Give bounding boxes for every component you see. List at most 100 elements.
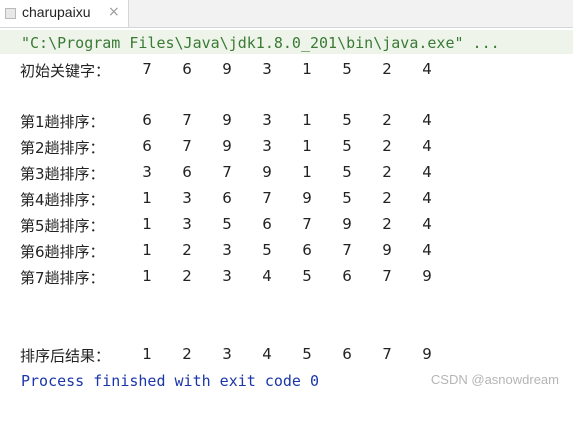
value-cell: 6 xyxy=(142,137,152,155)
value-cell: 7 xyxy=(382,267,392,285)
value-cell: 4 xyxy=(422,137,432,155)
value-cell: 7 xyxy=(342,241,352,259)
value-cell: 9 xyxy=(262,163,272,181)
value-cell: 4 xyxy=(422,163,432,181)
value-cell: 9 xyxy=(222,137,232,155)
pass-row-1: 第1趟排序： 6 7 9 3 1 5 2 4 xyxy=(0,111,573,131)
watermark: CSDN @asnowdream xyxy=(430,372,559,387)
value-cell: 2 xyxy=(382,60,392,78)
value-cell: 2 xyxy=(382,215,392,233)
row-label: 第1趟排序： xyxy=(20,113,105,131)
value-cell: 9 xyxy=(422,267,432,285)
value-cell: 6 xyxy=(302,241,312,259)
value-cell: 1 xyxy=(142,345,152,363)
value-cell: 4 xyxy=(422,241,432,259)
value-cell: 2 xyxy=(382,111,392,129)
value-cell: 9 xyxy=(422,345,432,363)
tab-label: charupaixu xyxy=(22,4,91,20)
run-console: "C:\Program Files\Java\jdk1.8.0_201\bin\… xyxy=(0,28,573,425)
value-cell: 5 xyxy=(302,267,312,285)
value-cell: 6 xyxy=(262,215,272,233)
row-label: 初始关键字： xyxy=(20,62,111,80)
value-cell: 3 xyxy=(142,163,152,181)
value-cell: 3 xyxy=(222,267,232,285)
exit-message: Process finished with exit code 0 xyxy=(21,372,320,390)
java-file-icon xyxy=(5,8,16,19)
initial-keys-row: 初始关键字： 7 6 9 3 1 5 2 4 xyxy=(0,60,573,80)
value-cell: 4 xyxy=(422,60,432,78)
value-cell: 7 xyxy=(262,189,272,207)
value-cell: 4 xyxy=(422,111,432,129)
value-cell: 3 xyxy=(222,241,232,259)
value-cell: 5 xyxy=(342,163,352,181)
row-label: 第3趟排序： xyxy=(20,165,105,183)
value-cell: 6 xyxy=(342,267,352,285)
value-cell: 5 xyxy=(342,189,352,207)
value-cell: 7 xyxy=(182,137,192,155)
value-cell: 7 xyxy=(382,345,392,363)
value-cell: 4 xyxy=(262,267,272,285)
value-cell: 7 xyxy=(222,163,232,181)
row-label: 排序后结果： xyxy=(20,347,111,365)
value-cell: 2 xyxy=(382,189,392,207)
value-cell: 1 xyxy=(142,215,152,233)
value-cell: 7 xyxy=(302,215,312,233)
value-cell: 9 xyxy=(382,241,392,259)
value-cell: 2 xyxy=(182,241,192,259)
value-cell: 5 xyxy=(342,60,352,78)
editor-tab-bar: charupaixu × xyxy=(0,0,573,28)
row-label: 第7趟排序： xyxy=(20,269,105,287)
row-label: 第5趟排序： xyxy=(20,217,105,235)
value-cell: 5 xyxy=(342,137,352,155)
value-cell: 4 xyxy=(422,189,432,207)
value-cell: 3 xyxy=(182,215,192,233)
value-cell: 5 xyxy=(222,215,232,233)
value-cell: 4 xyxy=(262,345,272,363)
pass-row-5: 第5趟排序： 1 3 5 6 7 9 2 4 xyxy=(0,215,573,235)
pass-row-6: 第6趟排序： 1 2 3 5 6 7 9 4 xyxy=(0,241,573,261)
command-text[interactable]: "C:\Program Files\Java\jdk1.8.0_201\bin\… xyxy=(21,34,500,52)
value-cell: 3 xyxy=(182,189,192,207)
result-row: 排序后结果： 1 2 3 4 5 6 7 9 xyxy=(0,345,573,365)
row-label: 第6趟排序： xyxy=(20,243,105,261)
value-cell: 4 xyxy=(422,215,432,233)
row-label: 第4趟排序： xyxy=(20,191,105,209)
value-cell: 9 xyxy=(222,60,232,78)
value-cell: 5 xyxy=(262,241,272,259)
value-cell: 1 xyxy=(142,267,152,285)
value-cell: 6 xyxy=(142,111,152,129)
pass-row-3: 第3趟排序： 3 6 7 9 1 5 2 4 xyxy=(0,163,573,183)
row-label: 第2趟排序： xyxy=(20,139,105,157)
value-cell: 9 xyxy=(342,215,352,233)
value-cell: 2 xyxy=(182,345,192,363)
pass-row-4: 第4趟排序： 1 3 6 7 9 5 2 4 xyxy=(0,189,573,209)
close-icon[interactable]: × xyxy=(108,4,120,20)
value-cell: 6 xyxy=(182,163,192,181)
value-cell: 5 xyxy=(342,111,352,129)
value-cell: 5 xyxy=(302,345,312,363)
value-cell: 6 xyxy=(342,345,352,363)
value-cell: 7 xyxy=(142,60,152,78)
value-cell: 3 xyxy=(262,111,272,129)
tab-charupaixu[interactable]: charupaixu × xyxy=(0,0,129,27)
value-cell: 2 xyxy=(182,267,192,285)
value-cell: 3 xyxy=(262,137,272,155)
value-cell: 1 xyxy=(302,60,312,78)
command-line: "C:\Program Files\Java\jdk1.8.0_201\bin\… xyxy=(0,30,573,54)
value-cell: 1 xyxy=(142,241,152,259)
value-cell: 7 xyxy=(182,111,192,129)
pass-row-2: 第2趟排序： 6 7 9 3 1 5 2 4 xyxy=(0,137,573,157)
value-cell: 1 xyxy=(302,137,312,155)
value-cell: 1 xyxy=(302,163,312,181)
value-cell: 6 xyxy=(182,60,192,78)
value-cell: 1 xyxy=(302,111,312,129)
value-cell: 9 xyxy=(302,189,312,207)
value-cell: 9 xyxy=(222,111,232,129)
value-cell: 6 xyxy=(222,189,232,207)
value-cell: 2 xyxy=(382,163,392,181)
pass-row-7: 第7趟排序： 1 2 3 4 5 6 7 9 xyxy=(0,267,573,287)
value-cell: 3 xyxy=(262,60,272,78)
value-cell: 3 xyxy=(222,345,232,363)
value-cell: 1 xyxy=(142,189,152,207)
value-cell: 2 xyxy=(382,137,392,155)
